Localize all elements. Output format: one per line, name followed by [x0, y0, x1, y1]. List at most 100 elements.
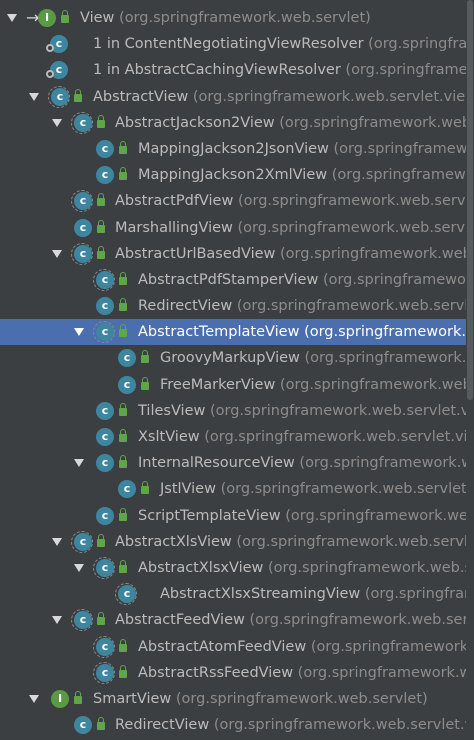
- tree-row-mapping-xml[interactable]: c MappingJackson2XmlView (org.springfram…: [0, 162, 466, 188]
- tree-row-abstract-template[interactable]: c AbstractTemplateView (org.springframew…: [0, 319, 466, 346]
- tree-row-smart-view[interactable]: I SmartView (org.springframework.web.ser…: [0, 686, 466, 712]
- public-lock-icon: [141, 350, 149, 364]
- public-lock-icon: [119, 271, 127, 285]
- tree-row-label: SmartView (org.springframework.web.servl…: [93, 686, 428, 712]
- package-name: (org.springframework.web.servlet.view): [220, 481, 466, 498]
- package-name: (org.springframework.web.servlet.view): [213, 717, 466, 734]
- package-name: (org.springframework.web.servlet.view.fe…: [249, 612, 466, 629]
- class-name: FreeMarkerView: [160, 376, 276, 393]
- class-name: AbstractAtomFeedView: [138, 638, 307, 655]
- tree-row-mapping-json[interactable]: c MappingJackson2JsonView (org.springfra…: [0, 136, 466, 162]
- tree-row-abstract-xls[interactable]: c AbstractXlsView (org.springframework.w…: [0, 529, 466, 555]
- tree-row-abstract-view[interactable]: c AbstractView (org.springframework.web.…: [0, 84, 466, 110]
- collapse-triangle-icon[interactable]: [50, 529, 64, 555]
- class-icon: c: [46, 61, 68, 80]
- package-name: (org.springframework.web.servlet.view.fr…: [279, 376, 466, 393]
- class-name: AbstractTemplateView: [138, 324, 300, 341]
- tree-row-abstract-xlsx[interactable]: c AbstractXlsxView (org.springframework.…: [0, 555, 466, 581]
- vertical-scrollbar[interactable]: [466, 0, 474, 740]
- class-icon: c: [96, 428, 114, 446]
- tree-row-view[interactable]: → I View (org.springframework.web.servle…: [0, 5, 466, 31]
- public-lock-icon: [141, 376, 149, 390]
- package-name: (org.springframework.web.servlet.view): [299, 455, 466, 472]
- class-name: GroovyMarkupView: [160, 350, 300, 367]
- tree-row-label: AbstractFeedView (org.springframework.we…: [115, 607, 466, 633]
- tree-row-abstract-url-based[interactable]: c AbstractUrlBasedView (org.springframew…: [0, 241, 466, 267]
- tree-row-marshalling[interactable]: c MarshallingView (org.springframework.w…: [0, 215, 466, 241]
- public-lock-icon: [97, 219, 105, 233]
- class-icon: c: [96, 297, 114, 316]
- package-name: (org.springframework.web.servlet.view.sc…: [285, 507, 466, 524]
- tree-row-rss-feed[interactable]: c AbstractRssFeedView (org.springframewo…: [0, 660, 466, 686]
- class-name: AbstractFeedView: [115, 612, 245, 629]
- tree-row-abstract-feed[interactable]: c AbstractFeedView (org.springframework.…: [0, 607, 466, 633]
- scrollbar-thumb[interactable]: [467, 0, 473, 400]
- abstract-class-icon: c: [93, 635, 115, 658]
- tree-row-label: AbstractUrlBasedView (org.springframewor…: [115, 241, 466, 267]
- package-name: (org.springframework.web.servlet.view.gr…: [304, 350, 466, 367]
- package-name: (org.springframework.web.servlet.view.do…: [364, 586, 466, 603]
- package-name: (org.springframework.web.servlet.view.do…: [322, 271, 466, 288]
- abstract-class-icon: c: [71, 609, 93, 632]
- hierarchy-tree[interactable]: → I View (org.springframework.web.servle…: [0, 5, 466, 738]
- tree-row-abstract-jackson2[interactable]: c AbstractJackson2View (org.springframew…: [0, 110, 466, 136]
- abstract-class-icon: c: [71, 242, 93, 265]
- package-name: (org.springframework.web.servlet.view): [304, 324, 466, 341]
- tree-row-script-template[interactable]: c ScriptTemplateView (org.springframewor…: [0, 503, 466, 529]
- abstract-class-icon: c: [93, 268, 115, 291]
- tree-row-label: AbstractPdfStamperView (org.springframew…: [138, 267, 466, 293]
- public-lock-icon: [119, 559, 127, 573]
- abstract-class-icon: c: [71, 111, 93, 134]
- collapse-triangle-icon[interactable]: [72, 450, 86, 476]
- public-lock-icon: [97, 612, 105, 626]
- collapse-triangle-icon[interactable]: [72, 319, 86, 345]
- package-name: (org.springframework.web.servlet.view.do…: [267, 559, 466, 576]
- collapse-triangle-icon[interactable]: [50, 110, 64, 136]
- collapse-triangle-icon[interactable]: [72, 555, 86, 581]
- class-name: MappingJackson2JsonView: [138, 140, 329, 157]
- collapse-triangle-icon[interactable]: [5, 5, 19, 31]
- collapse-triangle-icon[interactable]: [27, 84, 41, 110]
- tree-row-content-negotiating[interactable]: c 1 in ContentNegotiatingViewResolver (o…: [0, 31, 466, 57]
- class-icon: c: [74, 716, 92, 735]
- tree-row-atom-feed[interactable]: c AbstractAtomFeedView (org.springframew…: [0, 634, 466, 660]
- tree-row-label: AbstractXlsxStreamingView (org.springfra…: [160, 581, 466, 607]
- tree-row-label: 1 in AbstractCachingViewResolver (org.sp…: [93, 57, 466, 83]
- tree-row-label: MappingJackson2JsonView (org.springframe…: [138, 136, 466, 162]
- tree-row-internal-resource[interactable]: c InternalResourceView (org.springframew…: [0, 450, 466, 476]
- tree-row-redirect[interactable]: c RedirectView (org.springframework.web.…: [0, 293, 466, 319]
- abstract-class-icon: c: [115, 583, 137, 606]
- tree-row-abstract-caching[interactable]: c 1 in AbstractCachingViewResolver (org.…: [0, 57, 466, 83]
- tree-row-xslt[interactable]: c XsltView (org.springframework.web.serv…: [0, 424, 466, 450]
- tree-row-tiles[interactable]: c TilesView (org.springframework.web.ser…: [0, 398, 466, 424]
- tree-row-label: AbstractXlsView (org.springframework.web…: [115, 529, 466, 555]
- class-icon: c: [118, 349, 136, 368]
- public-lock-icon: [119, 664, 127, 678]
- tree-row-label: View (org.springframework.web.servlet): [80, 5, 371, 31]
- tree-row-abstract-pdf[interactable]: c AbstractPdfView (org.springframework.w…: [0, 188, 466, 214]
- interface-icon: I: [38, 9, 56, 27]
- tree-row-redirect-smart[interactable]: c RedirectView (org.springframework.web.…: [0, 712, 466, 738]
- collapse-triangle-icon[interactable]: [50, 607, 64, 633]
- tree-row-label: AbstractXlsxView (org.springframework.we…: [138, 555, 466, 581]
- tree-row-jstl[interactable]: c JstlView (org.springframework.web.serv…: [0, 476, 466, 502]
- class-name: AbstractXlsView: [115, 533, 232, 550]
- class-name: AbstractRssFeedView: [138, 664, 294, 681]
- package-name: (org.springframework.web.servlet): [175, 690, 428, 707]
- tree-row-label: RedirectView (org.springframework.web.se…: [115, 712, 466, 738]
- tree-row-label: 1 in ContentNegotiatingViewResolver (org…: [93, 31, 466, 57]
- tree-row-xlsx-streaming[interactable]: c AbstractXlsxStreamingView (org.springf…: [0, 581, 466, 607]
- tree-row-label: JstlView (org.springframework.web.servle…: [160, 476, 466, 502]
- tree-row-label: ScriptTemplateView (org.springframework.…: [138, 503, 466, 529]
- tree-row-pdf-stamper[interactable]: c AbstractPdfStamperView (org.springfram…: [0, 267, 466, 293]
- collapse-triangle-icon[interactable]: [50, 241, 64, 267]
- tree-row-freemarker[interactable]: c FreeMarkerView (org.springframework.we…: [0, 372, 466, 398]
- tree-row-groovy-markup[interactable]: c GroovyMarkupView (org.springframework.…: [0, 345, 466, 371]
- package-name: (org.springframework.web.servlet.view.xm…: [237, 219, 467, 236]
- class-name: RedirectView: [138, 298, 233, 315]
- collapse-triangle-icon[interactable]: [27, 686, 41, 712]
- public-lock-icon: [119, 324, 127, 338]
- public-lock-icon: [97, 533, 105, 547]
- abstract-class-icon: c: [93, 661, 115, 684]
- class-icon: c: [96, 401, 114, 420]
